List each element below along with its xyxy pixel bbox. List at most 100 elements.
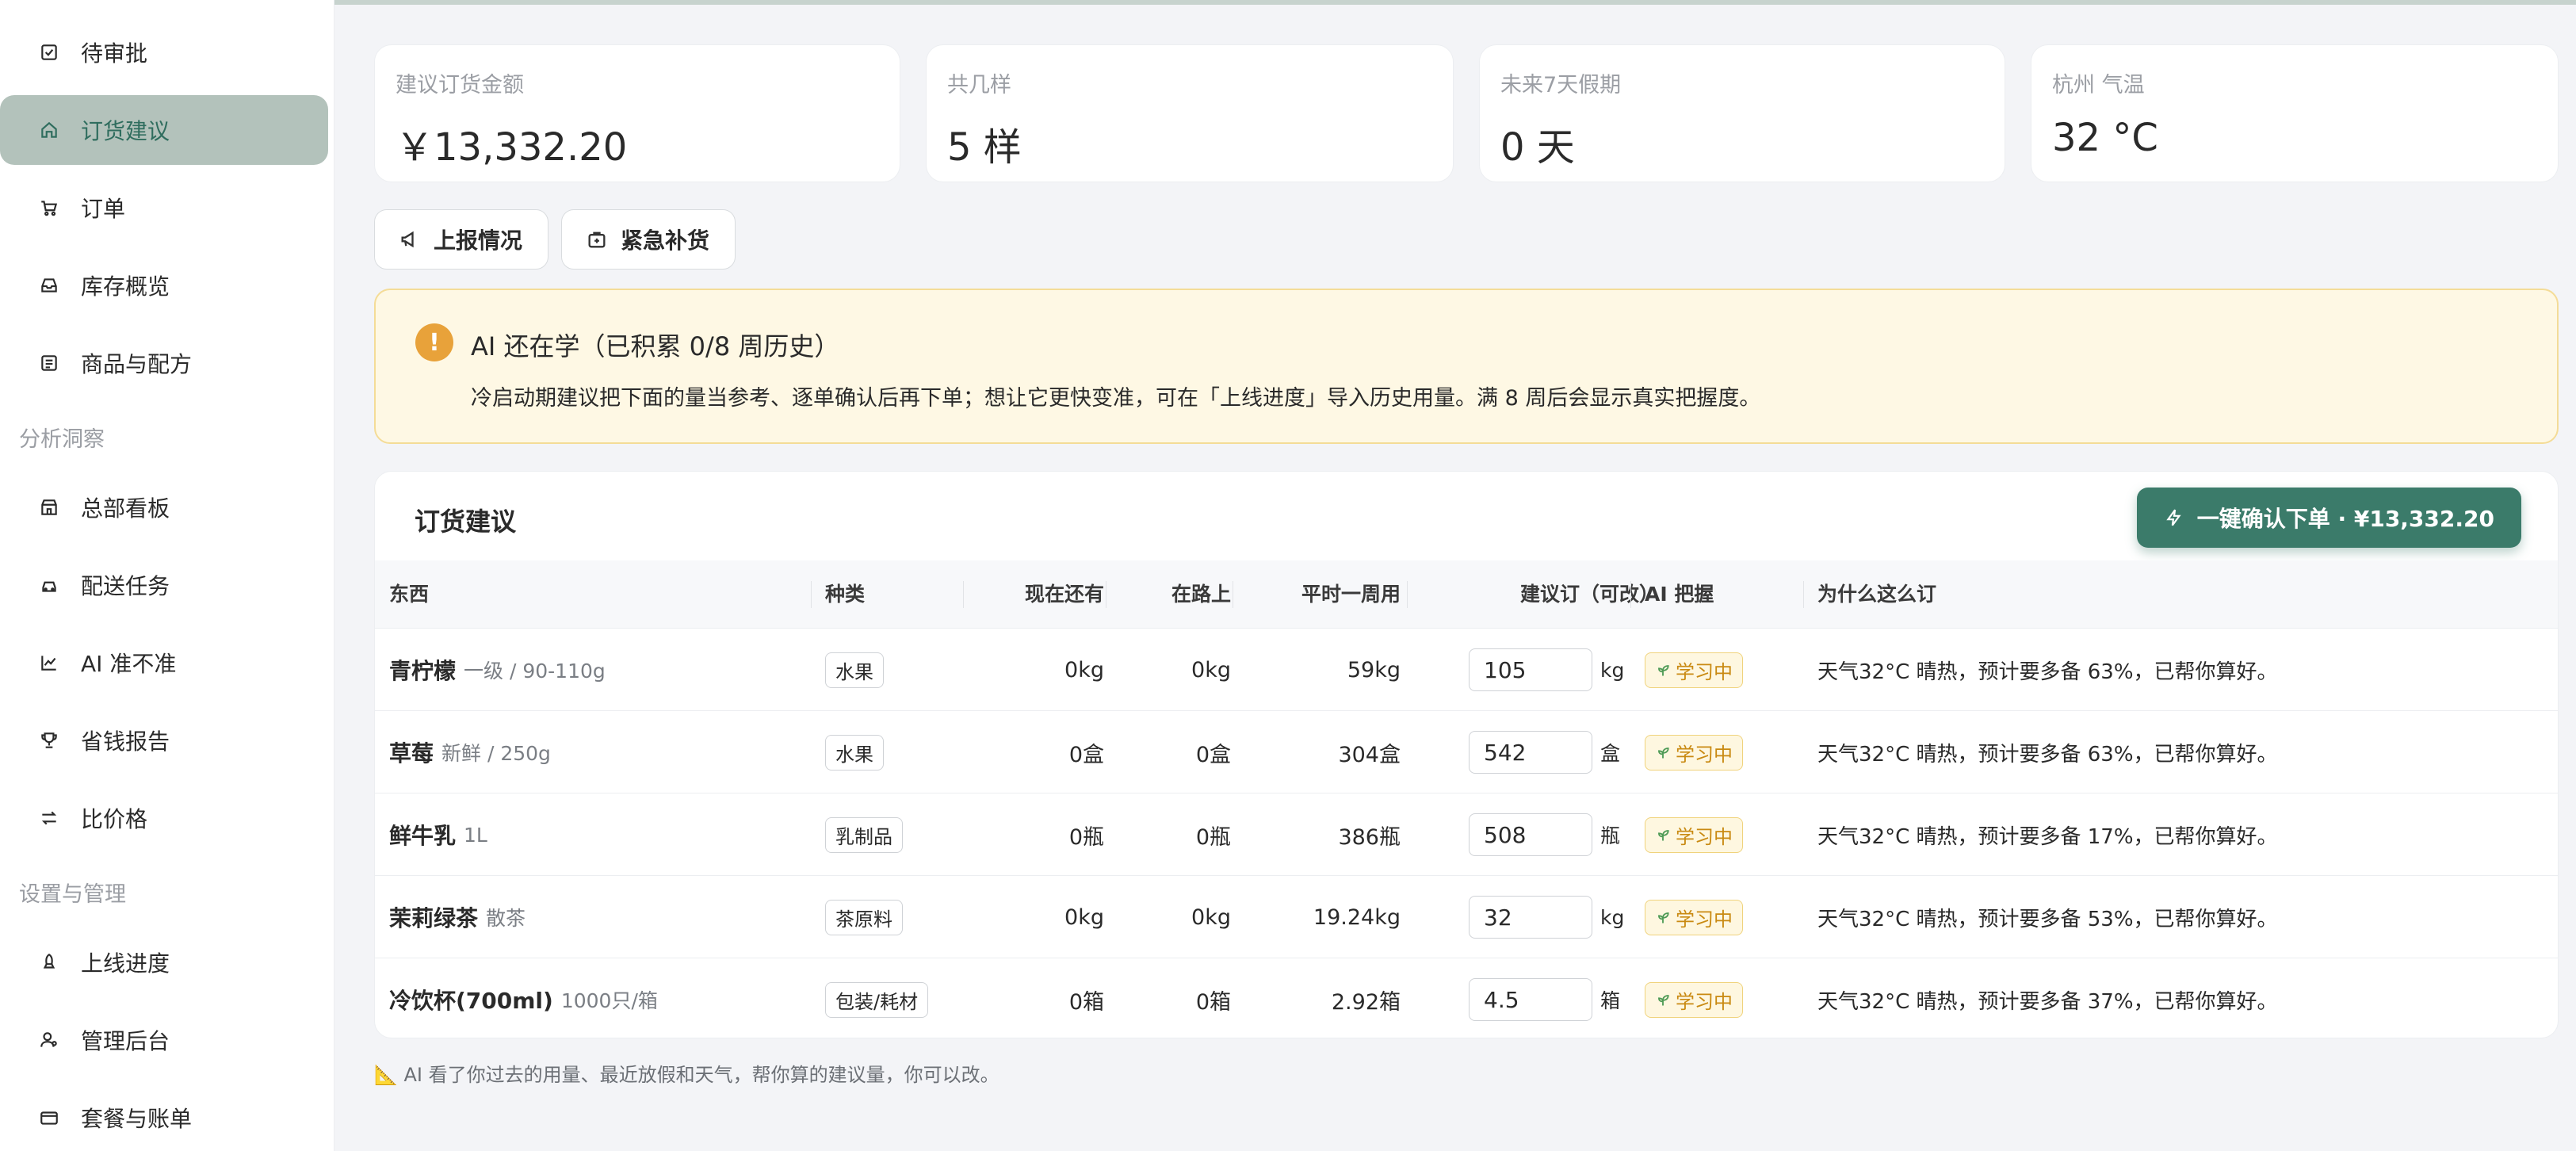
item-name: 冷饮杯(700ml) <box>389 988 553 1014</box>
stat-value: 32 °C <box>2052 116 2158 160</box>
line-chart-icon <box>38 652 60 674</box>
stat-card-holidays: 未来7天假期 0 天 <box>1479 44 2005 182</box>
item-spec: 新鲜 / 250g <box>441 742 551 765</box>
suggested-qty-cell: kg <box>1469 876 1624 958</box>
stat-label: 建议订货金额 <box>396 73 524 98</box>
sidebar-item-delivery[interactable]: 配送任务 <box>0 550 328 620</box>
stat-value: ￥13,332.20 <box>396 125 628 170</box>
compare-icon <box>38 807 60 829</box>
suggested-qty-input[interactable] <box>1469 731 1592 774</box>
section-heading-settings: 设置与管理 <box>19 882 126 907</box>
category-cell: 水果 <box>825 711 884 793</box>
store-icon <box>38 496 60 518</box>
sidebar-item-launch-progress[interactable]: 上线进度 <box>0 927 328 997</box>
item-spec: 一级 / 90-110g <box>464 660 606 683</box>
stock-value: 0箱 <box>1068 989 1104 1015</box>
in-transit-value: 0瓶 <box>1195 824 1231 850</box>
rocket-icon <box>38 951 60 973</box>
sidebar-item-label: 上线进度 <box>81 950 170 977</box>
in-transit-value: 0箱 <box>1195 989 1231 1015</box>
weekly-usage-value: 2.92箱 <box>1331 989 1401 1015</box>
in-transit-value: 0kg <box>1191 904 1231 930</box>
confirm-order-button[interactable]: 一键确认下单 · ¥13,332.20 <box>2136 488 2521 548</box>
alert-description: 冷启动期建议把下面的量当参考、逐单确认后再下单；想让它更快变准，可在「上线进度」… <box>471 386 1761 411</box>
user-gear-icon <box>38 1029 60 1051</box>
learning-badge: 学习中 <box>1645 981 1743 1018</box>
checkbox-icon <box>38 41 60 63</box>
reason-text: 天气32°C 晴热，预计要多备 63%，已帮你算好。 <box>1817 660 2278 684</box>
item-name: 草莓 <box>389 740 434 767</box>
sidebar: 待审批 订货建议 订单 库存概览 商品与配方 分析洞察 总部看板 配送任务 AI… <box>0 0 334 1151</box>
item-name: 青柠檬 <box>389 658 457 684</box>
sidebar-item-label: 省钱报告 <box>81 728 170 755</box>
report-status-button[interactable]: 上报情况 <box>374 209 548 270</box>
sidebar-item-admin[interactable]: 管理后台 <box>0 1005 328 1075</box>
sidebar-item-hq-dashboard[interactable]: 总部看板 <box>0 472 328 542</box>
section-heading-analysis: 分析洞察 <box>19 427 105 452</box>
reason-text: 天气32°C 晴热，预计要多备 53%，已帮你算好。 <box>1817 907 2278 931</box>
confidence-label: 学习中 <box>1676 743 1733 766</box>
weekly-usage-value: 59kg <box>1347 657 1401 683</box>
report-status-label: 上报情况 <box>434 228 523 254</box>
sidebar-item-compare-price[interactable]: 比价格 <box>0 783 328 853</box>
reason-text: 天气32°C 晴热，预计要多备 63%，已帮你算好。 <box>1817 742 2278 767</box>
category-tag: 茶原料 <box>825 899 903 935</box>
sidebar-item-savings[interactable]: 省钱报告 <box>0 706 328 775</box>
weekly-usage-value: 304盒 <box>1338 742 1401 767</box>
urgent-restock-button[interactable]: 紧急补货 <box>561 209 736 270</box>
stat-card-item-count: 共几样 5 样 <box>926 44 1454 182</box>
column-header-reason: 为什么这么订 <box>1802 560 1936 629</box>
category-tag: 包装/耗材 <box>825 981 929 1018</box>
sidebar-item-billing[interactable]: 套餐与账单 <box>0 1083 328 1151</box>
sidebar-item-order-suggestion[interactable]: 订货建议 <box>0 95 328 165</box>
sidebar-item-label: 订单 <box>81 196 126 222</box>
stock-value: 0盒 <box>1068 742 1104 767</box>
learning-badge: 学习中 <box>1645 652 1743 688</box>
confidence-label: 学习中 <box>1676 825 1733 848</box>
sprout-icon <box>1658 665 1669 676</box>
sidebar-item-pending-approval[interactable]: 待审批 <box>0 17 328 87</box>
stat-card-suggested-amount: 建议订货金额 ￥13,332.20 <box>374 44 900 182</box>
sidebar-item-inventory[interactable]: 库存概览 <box>0 250 328 320</box>
stat-value: 0 天 <box>1500 125 1575 170</box>
sidebar-item-products[interactable]: 商品与配方 <box>0 328 328 398</box>
sprout-icon <box>1658 748 1669 759</box>
qty-unit: 瓶 <box>1600 824 1621 847</box>
suggested-qty-input[interactable] <box>1469 813 1592 856</box>
column-header-category: 种类 <box>810 560 865 629</box>
list-icon <box>38 352 60 374</box>
table-row: 鲜牛乳 1L 乳制品 0瓶 0瓶 386瓶 瓶 学习中 天气32°C 晴热，预计要多备 17%，… <box>375 793 2558 876</box>
warning-icon: ! <box>415 323 453 361</box>
confidence-cell: 学习中 <box>1645 876 1743 958</box>
weekly-usage-value: 386瓶 <box>1338 824 1401 850</box>
card-title: 订货建议 <box>415 507 517 537</box>
confidence-cell: 学习中 <box>1645 629 1743 711</box>
sidebar-item-ai-accuracy[interactable]: AI 准不准 <box>0 628 328 698</box>
footnote: 📐 AI 看了你过去的用量、最近放假和天气，帮你算的建议量，你可以改。 <box>374 1064 999 1086</box>
stat-label: 共几样 <box>947 73 1011 98</box>
suggested-qty-input[interactable] <box>1469 648 1592 691</box>
table-row: 冷饮杯(700ml) 1000只/箱 包装/耗材 0箱 0箱 2.92箱 箱 学习中 天气32°… <box>375 958 2558 1038</box>
car-icon <box>38 574 60 596</box>
card-icon <box>38 1107 60 1129</box>
sidebar-item-orders[interactable]: 订单 <box>0 173 328 243</box>
suggested-qty-input[interactable] <box>1469 896 1592 939</box>
sprout-icon <box>1658 995 1669 1006</box>
stock-value: 0kg <box>1064 904 1104 930</box>
weekly-usage-value: 19.24kg <box>1313 904 1401 930</box>
category-cell: 乳制品 <box>825 793 903 876</box>
confidence-cell: 学习中 <box>1645 958 1743 1038</box>
sprout-icon <box>1658 830 1669 841</box>
stock-value: 0kg <box>1064 657 1104 683</box>
confidence-cell: 学习中 <box>1645 711 1743 793</box>
learning-badge: 学习中 <box>1645 816 1743 853</box>
sidebar-item-label: 管理后台 <box>81 1028 170 1054</box>
sidebar-item-label: 待审批 <box>81 40 148 67</box>
suggested-qty-input[interactable] <box>1469 978 1592 1021</box>
inbox-icon <box>38 274 60 296</box>
sidebar-item-label: 配送任务 <box>81 573 170 599</box>
ai-learning-alert: ! AI 还在学（已积累 0/8 周历史） 冷启动期建议把下面的量当参考、逐单确… <box>374 289 2559 444</box>
reason-text: 天气32°C 晴热，预计要多备 17%，已帮你算好。 <box>1817 824 2278 849</box>
item-spec: 1L <box>464 823 487 847</box>
stat-card-temperature: 杭州 气温 32 °C <box>2031 44 2559 182</box>
